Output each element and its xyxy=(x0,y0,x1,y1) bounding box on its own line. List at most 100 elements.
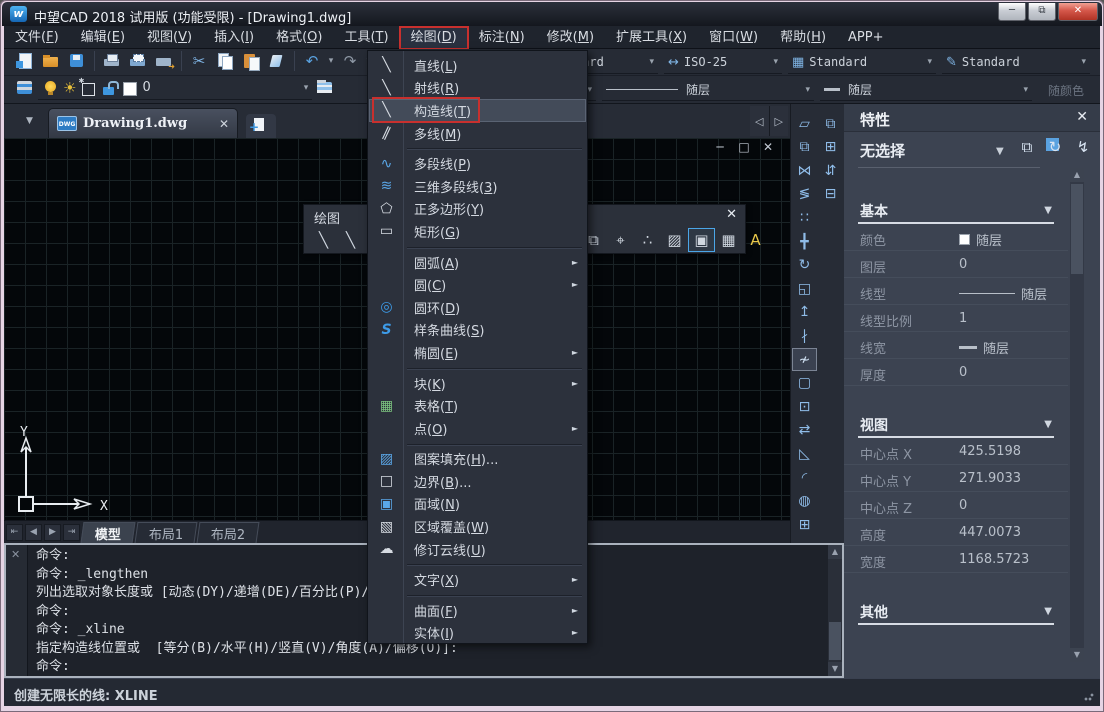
section-collapse-icon[interactable]: ▼ xyxy=(1044,419,1052,430)
table-icon[interactable]: ▦ xyxy=(715,228,742,252)
lineweight-combo-caret-icon[interactable]: ▾ xyxy=(1013,85,1028,95)
lineweight-combo[interactable]: 随层▾ xyxy=(820,79,1032,101)
paste-icon[interactable] xyxy=(238,49,264,73)
property-row[interactable]: 中心点 X425.5198 xyxy=(844,438,1068,465)
draw-menu-item-13[interactable]: 椭圆(E)► xyxy=(369,341,586,364)
xline-icon[interactable]: ╲ xyxy=(337,228,364,252)
draw-menu-item-10[interactable]: 圆(C)► xyxy=(369,273,586,296)
doc-list-caret-icon[interactable]: ▼ xyxy=(26,116,33,126)
copy-nested-icon[interactable]: ⧉ xyxy=(818,112,843,135)
property-row[interactable]: 宽度1168.5723 xyxy=(844,546,1068,573)
copy-objects-icon[interactable]: ⊞ xyxy=(818,136,843,159)
draw-menu-item-9[interactable]: 圆弧(A)► xyxy=(369,251,586,274)
plot-icon[interactable] xyxy=(151,49,177,73)
layer-states-button[interactable] xyxy=(312,76,338,100)
tab-scroll-left-icon[interactable]: ◁ xyxy=(750,106,769,136)
layout-tab-3[interactable]: 布局2 xyxy=(197,522,260,543)
menubar-item-3[interactable]: 视图(V) xyxy=(136,27,203,49)
move-icon[interactable]: ╋ xyxy=(792,230,817,253)
property-value[interactable]: 随层 xyxy=(959,284,1047,303)
properties-close-icon[interactable]: ✕ xyxy=(1076,109,1088,125)
selection-dropdown[interactable]: 无选择 xyxy=(860,140,905,161)
explode-icon[interactable]: ◍ xyxy=(792,490,817,513)
divide-icon[interactable]: ∴ xyxy=(634,228,661,252)
section-header-视图[interactable]: 视图▼ xyxy=(858,412,1054,438)
draw-menu-item-23[interactable]: 曲面(F)► xyxy=(369,599,586,622)
cmd-scroll-down-icon[interactable]: ▼ xyxy=(828,662,842,676)
redo-icon[interactable]: ↷ xyxy=(337,49,363,73)
select-objects-icon[interactable]: ↻ xyxy=(1044,138,1066,156)
copy-icon[interactable] xyxy=(212,49,238,73)
tab-last-icon[interactable]: ⇥ xyxy=(63,524,80,541)
document-tab[interactable]: DWG Drawing1.dwg ✕ xyxy=(48,108,238,138)
mtext-icon[interactable]: A xyxy=(742,228,769,252)
copy-icon[interactable]: ⧉ xyxy=(792,136,817,159)
line-icon[interactable]: ╲ xyxy=(310,228,337,252)
print-icon[interactable] xyxy=(99,49,125,73)
draw-menu-item-2[interactable]: ╲射线(R) xyxy=(369,77,586,100)
layout-tab-2[interactable]: 布局1 xyxy=(135,522,198,543)
tab-prev-icon[interactable]: ◀ xyxy=(25,524,42,541)
draw-menu-item-21[interactable]: ☁修订云线(U) xyxy=(369,538,586,561)
join-icon[interactable]: ⇄ xyxy=(792,419,817,442)
property-value[interactable]: 0 xyxy=(959,365,967,380)
resize-grip[interactable] xyxy=(1084,691,1094,701)
menubar-item-2[interactable]: 编辑(E) xyxy=(70,27,136,49)
scroll-up-icon[interactable]: ▲ xyxy=(1070,168,1084,182)
property-row[interactable]: 厚度0 xyxy=(844,359,1068,386)
menubar-item-5[interactable]: 格式(O) xyxy=(265,27,333,49)
scale-icon[interactable]: ◱ xyxy=(792,277,817,300)
layer-combo[interactable]: ☀0▾ xyxy=(38,76,312,100)
draw-menu-item-18[interactable]: □边界(B)... xyxy=(369,470,586,493)
stretch-icon[interactable]: ↥ xyxy=(792,301,817,324)
draw-menu-item-1[interactable]: ╲直线(L) xyxy=(369,54,586,77)
format-painter-icon[interactable] xyxy=(264,49,290,73)
restore-button[interactable]: ⧉ xyxy=(1028,3,1056,21)
fillet-icon[interactable]: ◜ xyxy=(792,466,817,489)
array-icon[interactable]: ∷ xyxy=(792,206,817,229)
toggle-pickadd-icon[interactable]: ↯ xyxy=(1072,138,1094,156)
trim-icon[interactable]: ▢ xyxy=(792,372,817,395)
dim-style-combo-caret-icon[interactable]: ▾ xyxy=(763,57,778,67)
menubar-item-7[interactable]: 绘图(D) xyxy=(400,27,468,49)
dim-style-combo[interactable]: ↔ISO-25▾ xyxy=(664,52,782,74)
section-collapse-icon[interactable]: ▼ xyxy=(1044,606,1052,617)
menubar-item-4[interactable]: 插入(I) xyxy=(203,27,265,49)
tab-first-icon[interactable]: ⇤ xyxy=(6,524,23,541)
tab-scroll-right-icon[interactable]: ▷ xyxy=(769,106,789,136)
draw-menu-item-15[interactable]: ▦表格(T) xyxy=(369,394,586,417)
paste-icon[interactable]: ⇵ xyxy=(818,159,843,182)
save-icon[interactable] xyxy=(64,49,90,73)
layer-freeze-icon[interactable]: ☀ xyxy=(63,79,76,97)
new-file-icon[interactable] xyxy=(12,49,38,73)
selection-caret-icon[interactable]: ▼ xyxy=(996,146,1004,157)
mleader-style-combo-caret-icon[interactable]: ▾ xyxy=(1071,57,1086,67)
property-value[interactable]: 0 xyxy=(959,257,967,272)
menubar-item-13[interactable]: APP+ xyxy=(837,27,894,49)
linetype-combo[interactable]: 随层▾ xyxy=(602,79,814,101)
cut-icon[interactable]: ✂ xyxy=(186,49,212,73)
property-row[interactable]: 图层0 xyxy=(844,251,1068,278)
cmd-scroll-up-icon[interactable]: ▲ xyxy=(828,545,842,559)
menubar-item-11[interactable]: 窗口(W) xyxy=(698,27,769,49)
property-value[interactable]: 1168.5723 xyxy=(959,552,1029,567)
draw-menu-item-16[interactable]: 点(O)► xyxy=(369,417,586,440)
paste-special-icon[interactable]: ⊟ xyxy=(818,183,843,206)
property-row[interactable]: 高度447.0073 xyxy=(844,519,1068,546)
menubar-item-10[interactable]: 扩展工具(X) xyxy=(605,27,698,49)
offset-icon[interactable]: ≶ xyxy=(792,183,817,206)
property-row[interactable]: 中心点 Z0 xyxy=(844,492,1068,519)
draw-menu-item-7[interactable]: ⬠正多边形(Y) xyxy=(369,198,586,221)
property-value[interactable]: 447.0073 xyxy=(959,525,1021,540)
command-close-icon[interactable]: ✕ xyxy=(11,548,20,561)
quick-select-icon[interactable]: ⧉ xyxy=(1016,138,1038,156)
extend-icon[interactable]: ⊡ xyxy=(792,395,817,418)
mdi-minimize-icon[interactable]: ─ xyxy=(712,140,728,154)
property-value[interactable]: 0 xyxy=(959,498,967,513)
property-row[interactable]: 线型随层 xyxy=(844,278,1068,305)
property-row[interactable]: 线型比例1 xyxy=(844,305,1068,332)
draw-menu-item-4[interactable]: ∥多线(M) xyxy=(369,122,586,145)
mirror-icon[interactable]: ⋈ xyxy=(792,159,817,182)
undo-icon[interactable]: ↶ xyxy=(299,49,325,73)
mdi-restore-icon[interactable]: □ xyxy=(736,140,752,154)
